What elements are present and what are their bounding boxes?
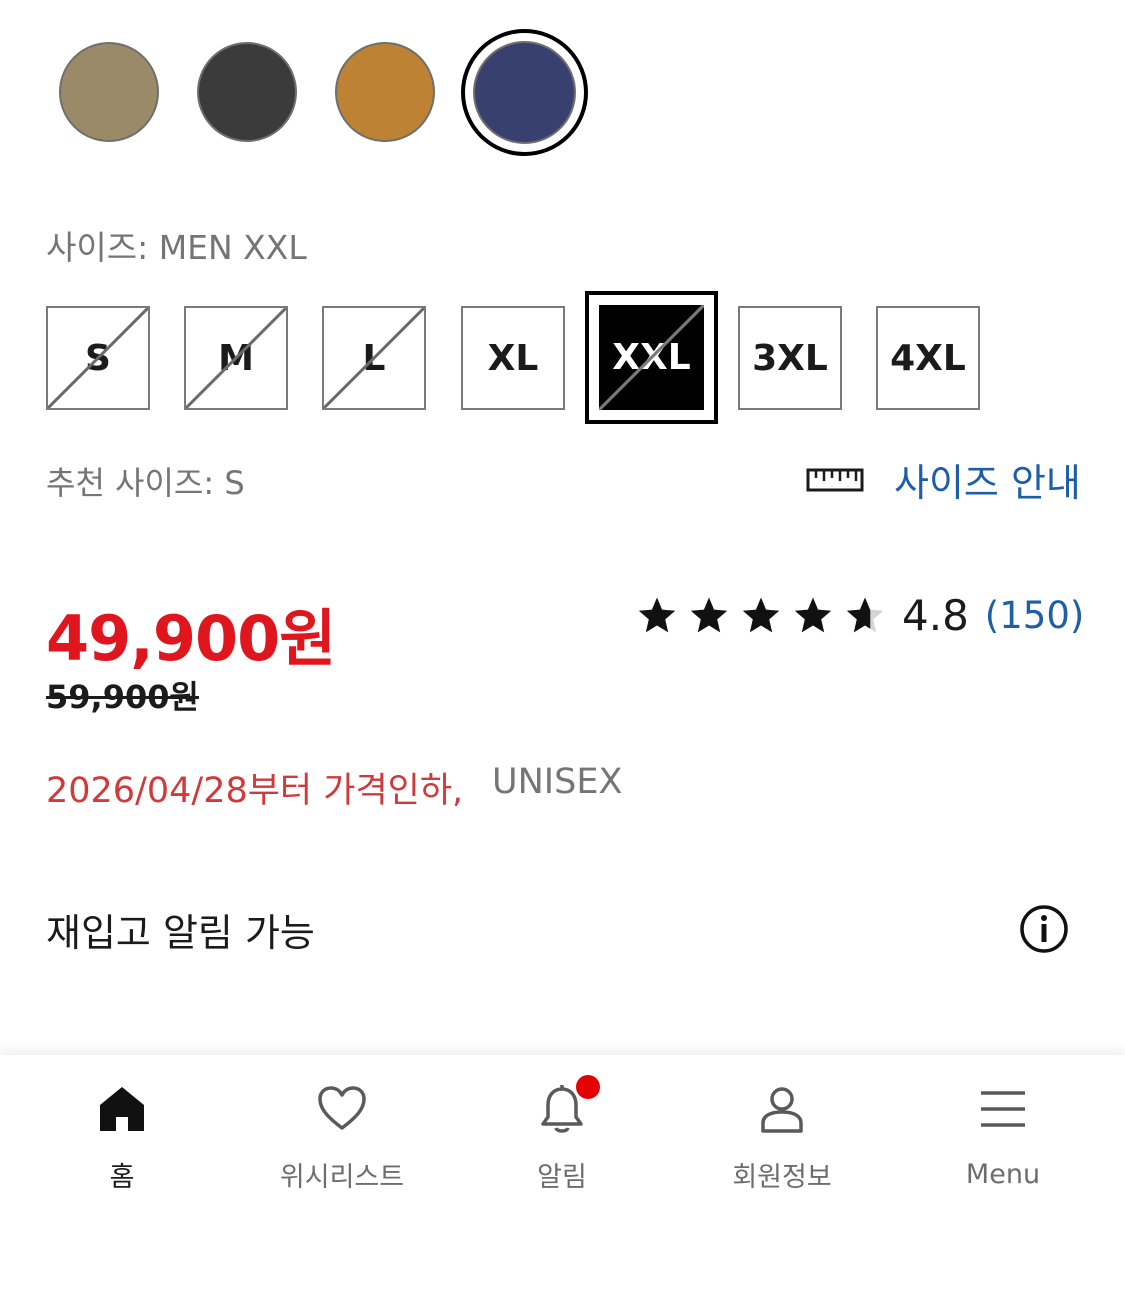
gender-label: UNISEX — [492, 762, 623, 802]
nav-notifications-label: 알림 — [537, 1162, 587, 1193]
nav-notifications[interactable]: 알림 — [472, 1075, 652, 1194]
star-full-icon — [794, 597, 832, 633]
nav-menu-label: Menu — [965, 1159, 1041, 1190]
size-option-l[interactable]: L — [322, 306, 426, 410]
star-rating — [636, 594, 896, 636]
recommended-size: 추천 사이즈: S — [46, 464, 245, 502]
bottom-navigation: 홈 위시리스트 알림 회원정보 Menu — [0, 1055, 1125, 1309]
color-swatch-charcoal[interactable] — [197, 42, 297, 142]
size-option-3xl[interactable]: 3XL — [738, 306, 842, 410]
star-full-icon — [638, 597, 676, 633]
nav-member-info[interactable]: 회원정보 — [692, 1083, 872, 1194]
nav-menu[interactable]: Menu — [913, 1083, 1093, 1190]
rating-score: 4.8 — [902, 590, 969, 640]
unavailable-slash-icon — [48, 308, 148, 408]
unavailable-slash-icon — [324, 308, 424, 408]
unavailable-slash-icon — [186, 308, 286, 408]
notification-badge-dot — [576, 1075, 600, 1099]
size-option-label: 3XL — [752, 337, 828, 379]
size-option-xxl-fill: XXL — [599, 305, 704, 410]
size-guide-label: 사이즈 안내 — [894, 461, 1081, 505]
size-option-4xl[interactable]: 4XL — [876, 306, 980, 410]
nav-member-info-label: 회원정보 — [732, 1162, 832, 1193]
color-swatch-navy-selected[interactable] — [461, 29, 588, 156]
restock-alert-label: 재입고 알림 가능 — [46, 911, 315, 955]
size-option-m[interactable]: M — [184, 306, 288, 410]
original-price: 59,900원 — [46, 678, 199, 716]
menu-icon — [981, 1091, 1025, 1127]
star-full-icon — [690, 597, 728, 633]
size-option-s[interactable]: S — [46, 306, 150, 410]
unavailable-slash-icon — [599, 305, 704, 410]
sale-price: 49,900원 — [46, 602, 336, 675]
ruler-icon — [806, 468, 864, 491]
nav-wishlist[interactable]: 위시리스트 — [252, 1083, 432, 1194]
star-partial-icon — [846, 597, 884, 633]
rating-summary[interactable]: 4.8 (150) — [636, 590, 1084, 640]
nav-home[interactable]: 홈 — [32, 1083, 212, 1194]
size-guide-link[interactable]: 사이즈 안내 — [806, 452, 1081, 507]
star-full-icon — [742, 597, 780, 633]
price-drop-notice: 2026/04/28부터 가격인하, — [46, 771, 464, 811]
home-icon — [100, 1087, 144, 1131]
nav-wishlist-label: 위시리스트 — [279, 1162, 405, 1193]
user-icon — [761, 1087, 803, 1133]
review-count-link[interactable]: (150) — [985, 594, 1085, 637]
size-option-xl[interactable]: XL — [461, 306, 565, 410]
heart-icon — [318, 1086, 366, 1130]
size-option-xxl-selected[interactable]: XXL — [585, 291, 718, 424]
size-option-label: 4XL — [890, 337, 966, 379]
color-swatch-navy-fill — [473, 41, 576, 144]
color-swatch-mustard[interactable] — [335, 42, 435, 142]
nav-home-label: 홈 — [109, 1162, 135, 1193]
size-option-label: XL — [487, 337, 539, 379]
color-swatch-beige[interactable] — [59, 42, 159, 142]
info-icon[interactable] — [1019, 904, 1069, 954]
size-label: 사이즈: MEN XXL — [46, 228, 307, 267]
